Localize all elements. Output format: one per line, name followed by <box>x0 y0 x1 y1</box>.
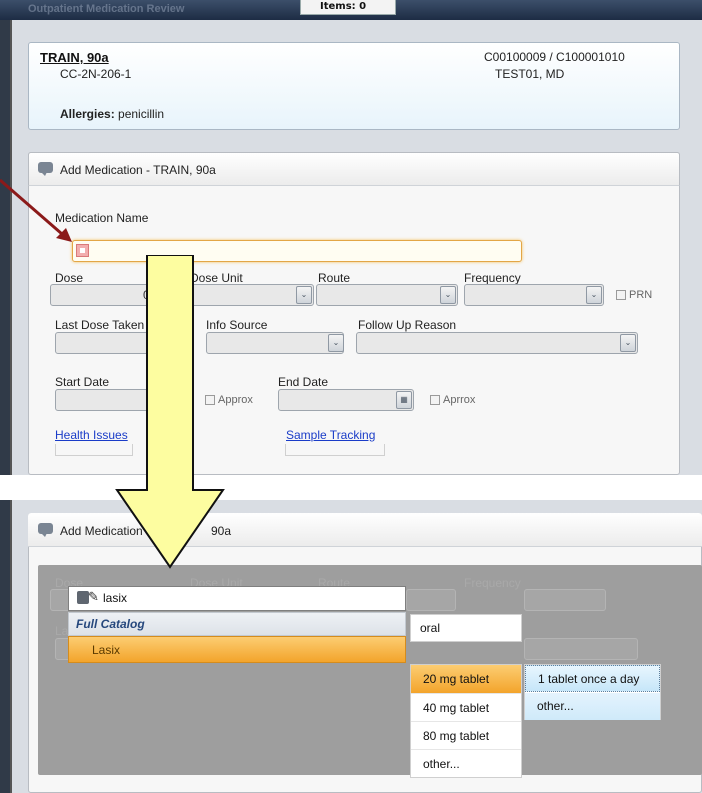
attending-physician: TEST01, MD <box>495 67 565 81</box>
follow-up-select[interactable] <box>356 332 638 354</box>
patient-location: CC-2N-206-1 <box>60 67 132 81</box>
sample-tracking-link[interactable]: Sample Tracking <box>286 428 375 442</box>
allergies-value: penicillin <box>118 107 165 121</box>
chevron-down-icon: ⌄ <box>590 290 598 299</box>
dose-option[interactable]: other... <box>411 749 521 777</box>
frequency-option[interactable]: 1 tablet once a day <box>525 665 660 692</box>
end-approx-checkbox[interactable] <box>430 395 440 405</box>
ghost-frequency-label: Frequency <box>464 576 521 590</box>
search-query: lasix <box>103 591 128 605</box>
dose-option[interactable]: 80 mg tablet <box>411 721 521 749</box>
dose-label: Dose <box>55 271 84 285</box>
dose-option[interactable]: 20 mg tablet <box>411 665 521 693</box>
end-date-label: End Date <box>278 375 329 389</box>
ghost-route-field <box>406 589 456 611</box>
start-date-label: Start Date <box>55 375 110 389</box>
prn-label: PRN <box>629 289 653 301</box>
end-approx-label: Aprrox <box>443 394 476 406</box>
frequency-select[interactable] <box>464 284 604 306</box>
full-catalog-label: Full Catalog <box>76 617 145 631</box>
follow-up-dropdown-button[interactable]: ⌄ <box>620 334 636 352</box>
window-title: Outpatient Medication Review <box>28 3 185 15</box>
speech-bubble-icon <box>38 523 53 537</box>
calendar-icon: ▦ <box>400 395 408 404</box>
frequency-dropdown-button[interactable]: ⌄ <box>586 286 602 304</box>
dose-unit-dropdown-button[interactable]: ⌄ <box>296 286 312 304</box>
search-result-label: Lasix <box>92 643 121 657</box>
patient-name[interactable]: TRAIN, 90a <box>40 50 109 65</box>
chevron-down-icon: ⌄ <box>624 338 632 347</box>
frequency-label: Frequency <box>464 271 521 285</box>
end-date-input[interactable] <box>278 389 414 411</box>
info-source-dropdown-button[interactable]: ⌄ <box>328 334 344 352</box>
pencil-icon: ✎ <box>88 589 99 604</box>
allergies: Allergies: penicillin <box>60 107 164 121</box>
dose-option[interactable]: 40 mg tablet <box>411 693 521 721</box>
frequency-option[interactable]: other... <box>525 693 660 720</box>
sample-tracking-box <box>285 444 385 456</box>
chevron-down-icon: ⌄ <box>444 290 452 299</box>
chevron-down-icon: ⌄ <box>332 338 340 347</box>
route-dropdown-button[interactable]: ⌄ <box>440 286 456 304</box>
allergies-label: Allergies: <box>60 107 115 121</box>
ghost-follow-up-field <box>524 638 638 660</box>
calendar-button[interactable]: ▦ <box>396 391 412 409</box>
chevron-down-icon: ⌄ <box>300 290 308 299</box>
follow-up-label: Follow Up Reason <box>358 318 457 332</box>
yellow-down-arrow <box>115 255 225 569</box>
add-medication-title: Add Medication - TRAIN, 90a <box>60 163 216 177</box>
route-label: Route <box>318 271 351 285</box>
route-option-label: oral <box>420 621 441 635</box>
ghost-frequency-field <box>524 589 606 611</box>
prn-checkbox[interactable] <box>616 290 626 300</box>
route-select[interactable] <box>316 284 458 306</box>
red-pointer-arrow <box>0 178 72 242</box>
patient-ids: C00100009 / C100001010 <box>484 50 625 64</box>
left-dark-edge-2 <box>0 500 10 793</box>
items-counter: Items: 0 <box>320 1 367 12</box>
